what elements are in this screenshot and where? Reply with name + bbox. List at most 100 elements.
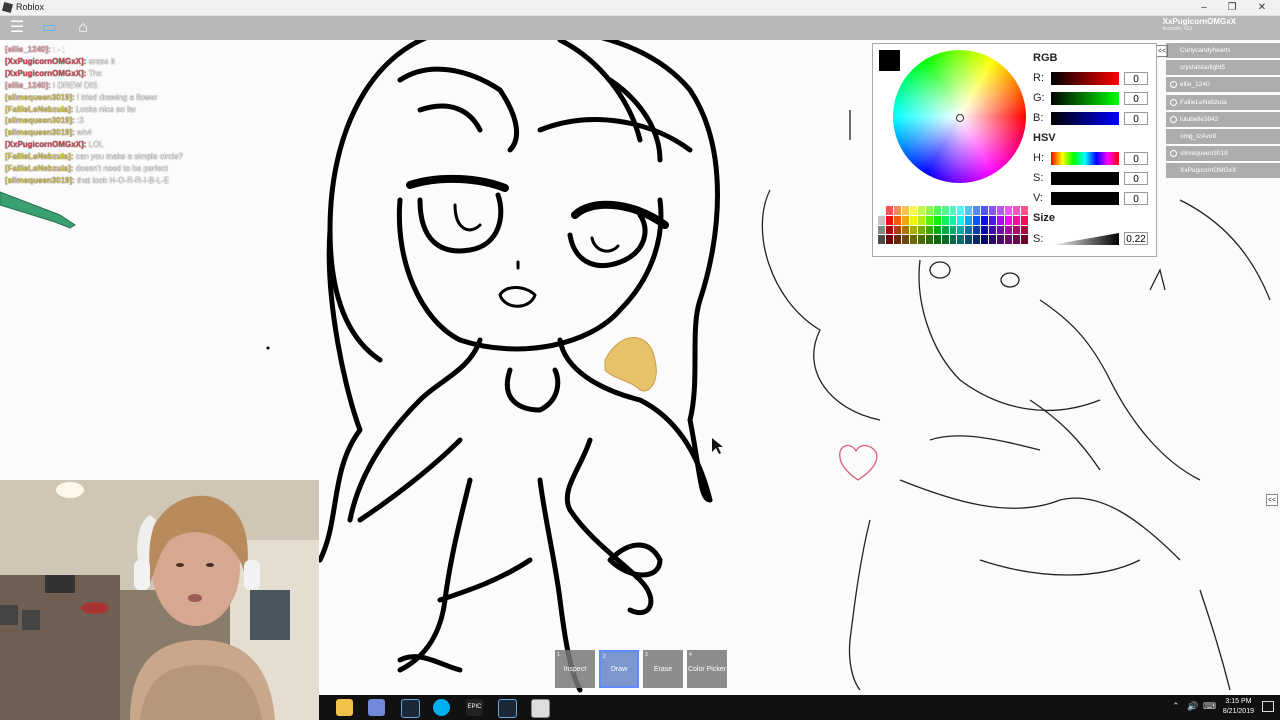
palette-swatch[interactable] xyxy=(917,215,925,225)
minimize-button[interactable]: – xyxy=(1190,0,1218,15)
palette-swatch[interactable] xyxy=(901,206,909,215)
palette-swatch[interactable] xyxy=(1013,215,1021,225)
palette-swatch[interactable] xyxy=(941,235,949,244)
v-value[interactable]: 0 xyxy=(1124,192,1148,205)
palette-swatch[interactable] xyxy=(878,225,885,235)
menu-icon[interactable]: ☰ xyxy=(6,18,28,38)
palette-swatch[interactable] xyxy=(957,206,965,215)
steam-icon-2[interactable] xyxy=(498,699,517,718)
r-value[interactable]: 0 xyxy=(1124,72,1148,85)
palette-swatch[interactable] xyxy=(933,225,941,235)
palette-swatch[interactable] xyxy=(925,225,933,235)
palette-swatch[interactable] xyxy=(997,215,1005,225)
palette-swatch[interactable] xyxy=(957,225,965,235)
player-row[interactable]: FallieLeNebzula xyxy=(1166,94,1280,110)
speaker-icon[interactable]: 🔊 xyxy=(1187,701,1198,712)
epic-games-icon[interactable]: EPIC xyxy=(466,699,483,716)
chat-author[interactable]: [ellie_1240]: xyxy=(5,45,51,54)
color-palette[interactable] xyxy=(878,206,1028,244)
palette-swatch[interactable] xyxy=(893,215,901,225)
palette-swatch[interactable] xyxy=(965,206,973,215)
palette-swatch[interactable] xyxy=(893,225,901,235)
s-slider[interactable] xyxy=(1051,172,1119,185)
file-explorer-icon[interactable] xyxy=(336,699,353,716)
palette-swatch[interactable] xyxy=(989,235,997,244)
palette-swatch[interactable] xyxy=(933,215,941,225)
h-slider[interactable] xyxy=(1051,152,1119,165)
palette-swatch[interactable] xyxy=(878,215,885,225)
palette-swatch[interactable] xyxy=(1005,235,1013,244)
palette-swatch[interactable] xyxy=(941,206,949,215)
maximize-button[interactable]: ❐ xyxy=(1218,0,1246,15)
chat-author[interactable]: [FallieLeNebzula]: xyxy=(5,105,73,114)
palette-swatch[interactable] xyxy=(933,206,941,215)
s-value[interactable]: 0 xyxy=(1124,172,1148,185)
palette-swatch[interactable] xyxy=(1021,215,1028,225)
chat-author[interactable]: [XxPugicornOMGxX]: xyxy=(5,140,86,149)
steam-icon[interactable] xyxy=(401,699,420,718)
palette-swatch[interactable] xyxy=(909,225,917,235)
palette-swatch[interactable] xyxy=(1021,235,1028,244)
r-slider[interactable] xyxy=(1051,72,1119,85)
chat-author[interactable]: [XxPugicornOMGxX]: xyxy=(5,69,86,78)
player-row[interactable]: ellie_1240 xyxy=(1166,77,1280,93)
palette-swatch[interactable] xyxy=(973,225,981,235)
player-row[interactable]: crystalstarlight5 xyxy=(1166,60,1280,76)
roblox-taskbar-icon[interactable] xyxy=(531,699,550,718)
tool-draw-button[interactable]: 2 Draw xyxy=(599,650,639,688)
palette-swatch[interactable] xyxy=(925,215,933,225)
backpack-icon[interactable]: ⌂ xyxy=(72,18,94,38)
palette-swatch[interactable] xyxy=(901,215,909,225)
palette-swatch[interactable] xyxy=(941,225,949,235)
palette-swatch[interactable] xyxy=(1005,206,1013,215)
h-value[interactable]: 0 xyxy=(1124,152,1148,165)
palette-swatch[interactable] xyxy=(965,215,973,225)
palette-swatch[interactable] xyxy=(949,225,957,235)
palette-swatch[interactable] xyxy=(909,235,917,244)
palette-swatch[interactable] xyxy=(917,225,925,235)
keyboard-icon[interactable]: ⌨ xyxy=(1203,701,1216,712)
b-value[interactable]: 0 xyxy=(1124,112,1148,125)
color-wheel-knob[interactable] xyxy=(956,114,964,122)
palette-swatch[interactable] xyxy=(917,206,925,215)
player-row[interactable]: XxPugicornOMGxX xyxy=(1166,163,1280,179)
tray-expand-icon[interactable]: ⌃ xyxy=(1172,701,1180,712)
g-slider[interactable] xyxy=(1051,92,1119,105)
palette-swatch[interactable] xyxy=(885,225,893,235)
g-value[interactable]: 0 xyxy=(1124,92,1148,105)
palette-swatch[interactable] xyxy=(1021,225,1028,235)
tool-erase-button[interactable]: 3 Erase xyxy=(643,650,683,688)
palette-swatch[interactable] xyxy=(997,206,1005,215)
size-value[interactable]: 0.22 xyxy=(1124,232,1148,245)
palette-swatch[interactable] xyxy=(965,235,973,244)
tool-color-picker-button[interactable]: 4 Color Picker xyxy=(687,650,727,688)
palette-swatch[interactable] xyxy=(933,235,941,244)
palette-swatch[interactable] xyxy=(885,206,893,215)
player-row[interactable]: omg_tzAvu9 xyxy=(1166,128,1280,144)
palette-swatch[interactable] xyxy=(981,206,989,215)
palette-swatch[interactable] xyxy=(997,235,1005,244)
palette-swatch[interactable] xyxy=(989,206,997,215)
skype-icon[interactable] xyxy=(433,699,450,716)
palette-swatch[interactable] xyxy=(1005,215,1013,225)
tool-inspect-button[interactable]: 1 Inspect xyxy=(555,650,595,688)
close-button[interactable]: ✕ xyxy=(1248,0,1276,15)
palette-swatch[interactable] xyxy=(973,235,981,244)
chat-author[interactable]: [slimequeen3019]: xyxy=(5,93,75,102)
palette-swatch[interactable] xyxy=(1013,206,1021,215)
side-collapse-button[interactable]: << xyxy=(1266,494,1278,506)
palette-swatch[interactable] xyxy=(1013,235,1021,244)
palette-swatch[interactable] xyxy=(1013,225,1021,235)
chat-author[interactable]: [slimequeen3019]: xyxy=(5,128,75,137)
b-slider[interactable] xyxy=(1051,112,1119,125)
discord-icon[interactable] xyxy=(368,699,385,716)
palette-swatch[interactable] xyxy=(1021,206,1028,215)
chat-author[interactable]: [FallieLeNebzula]: xyxy=(5,164,73,173)
palette-swatch[interactable] xyxy=(1005,225,1013,235)
chat-author[interactable]: [slimequeen3019]: xyxy=(5,176,75,185)
player-row[interactable]: Curlycandyhearts xyxy=(1166,43,1280,58)
palette-swatch[interactable] xyxy=(989,225,997,235)
palette-swatch[interactable] xyxy=(949,215,957,225)
palette-swatch[interactable] xyxy=(909,215,917,225)
chat-author[interactable]: [slimequeen3019]: xyxy=(5,116,75,125)
